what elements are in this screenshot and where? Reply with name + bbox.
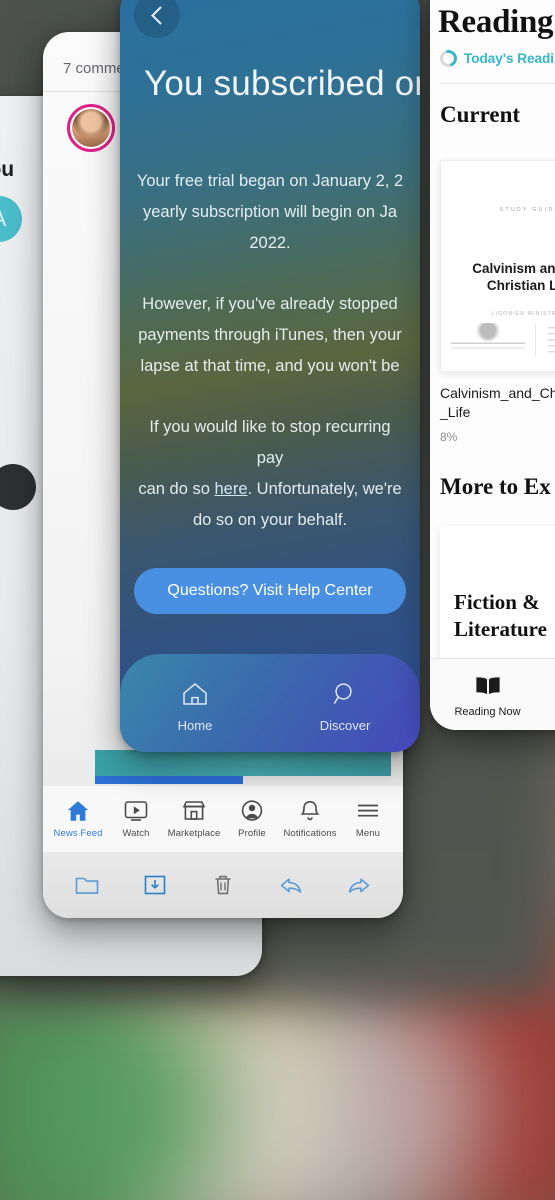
tab-discover[interactable]: Discover (270, 680, 420, 733)
tab-label: Notifications (283, 828, 337, 839)
tab-watch[interactable]: Watch (107, 799, 165, 839)
hamburger-icon (355, 799, 381, 823)
todays-reading-label: Today's Reading (464, 51, 555, 66)
post-image (95, 750, 391, 776)
person-circle-icon (239, 799, 265, 823)
home-outline-icon (180, 680, 210, 711)
tab-label: Home (177, 717, 213, 733)
trash-icon[interactable] (210, 872, 236, 898)
tab-news-feed[interactable]: News Feed (49, 799, 107, 839)
todays-reading-row[interactable]: Today's Reading (430, 41, 555, 70)
folder-icon[interactable] (74, 872, 100, 898)
subscription-nav (120, 0, 420, 38)
reply-icon[interactable] (278, 872, 304, 898)
page-title: Reading (438, 4, 554, 40)
page-title: You subscribed on (144, 64, 420, 103)
cover-footer (441, 323, 555, 357)
open-book-icon (473, 675, 503, 700)
help-center-button[interactable]: Questions? Visit Help Center (134, 568, 406, 614)
tab-home[interactable]: Home (120, 680, 270, 733)
archive-down-icon[interactable] (142, 872, 168, 898)
back-chevron-icon[interactable] (134, 0, 180, 38)
app-card-books[interactable]: Reading Today's Reading Current STUDY GU… (430, 0, 555, 730)
cover-kicker: STUDY GUIDE (499, 207, 555, 213)
tab-reading-now[interactable]: Reading Now (430, 675, 545, 718)
mail-secondary-avatar (0, 464, 36, 510)
publisher-mark-icon (451, 323, 525, 357)
cover-text-lines (534, 323, 555, 357)
story-avatar[interactable] (67, 104, 115, 152)
cover-title: Calvinism and the Christian Life (472, 261, 555, 293)
tab-label: Marketplace (167, 828, 221, 839)
book-filename: Calvinism_and_Ch _Life (440, 385, 555, 420)
forward-icon[interactable] (346, 872, 372, 898)
mail-action-toolbar (43, 852, 403, 918)
here-link[interactable]: here (214, 480, 247, 498)
paragraph-trial-dates: Your free trial began on January 2, 2 ye… (136, 172, 404, 252)
post-image-accent (95, 776, 243, 784)
tab-label: Menu (355, 828, 381, 839)
video-icon (123, 799, 149, 823)
section-title-more: More to Ex (440, 474, 551, 499)
bell-icon (297, 799, 323, 823)
home-icon (65, 799, 91, 823)
tab-marketplace[interactable]: Marketplace (165, 799, 223, 839)
cover-author: LIGONIER MINISTRIES (491, 311, 555, 317)
facebook-tab-bar: News Feed Watch Marketplace Profile Noti… (43, 786, 403, 852)
book-progress: 8% (440, 430, 458, 444)
subscription-tab-bar: Home Discover (120, 654, 420, 752)
tab-label: Watch (122, 828, 150, 839)
progress-ring-icon (437, 47, 460, 70)
tab-label: Reading Now (454, 706, 521, 718)
tab-menu[interactable]: Menu (339, 799, 397, 839)
section-title-current: Current (440, 102, 521, 127)
paragraph-cancel-note: If you would like to stop recurring pay … (120, 412, 420, 536)
search-icon (330, 680, 360, 711)
book-cover[interactable]: STUDY GUIDE Calvinism and the Christian … (440, 160, 555, 372)
tab-notifications[interactable]: Notifications (281, 799, 339, 839)
app-switcher-screen: You A D Yo to To th S A Fo Su 7 comme (0, 0, 555, 1200)
tab-label: Profile (238, 828, 266, 839)
explore-card-title: Fiction & Literature (454, 589, 547, 641)
paragraph-itunes-note: However, if you've already stopped payme… (138, 295, 402, 375)
books-tab-bar: Reading Now Libr (430, 658, 555, 730)
storefront-icon (181, 799, 207, 823)
tab-profile[interactable]: Profile (223, 799, 281, 839)
tab-label: News Feed (53, 828, 103, 839)
app-card-subscription[interactable]: You subscribed on Your free trial began … (120, 0, 420, 752)
tab-label: Discover (319, 717, 371, 733)
tab-library[interactable]: Libr (545, 675, 555, 718)
avatar: A (0, 196, 22, 242)
